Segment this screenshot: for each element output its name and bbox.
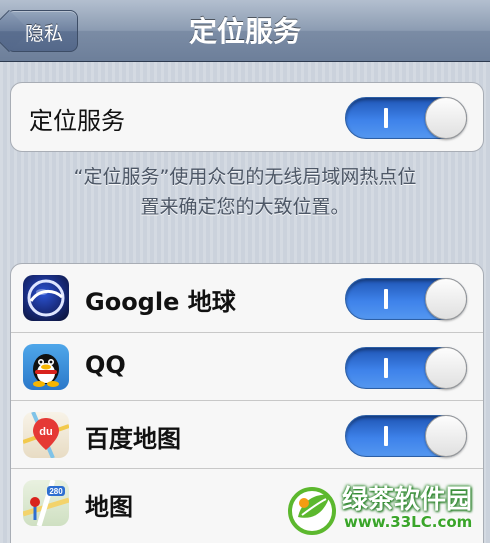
location-services-row: 定位服务 — [11, 83, 483, 151]
app-row-baidu-map: du 百度地图 — [11, 400, 483, 468]
toggle-on-mark — [384, 358, 388, 378]
leaf-logo-icon — [288, 487, 336, 535]
note-line-1: “定位服务”使用众包的无线局域网热点位 — [73, 166, 417, 188]
google-earth-toggle[interactable] — [345, 278, 467, 320]
note-line-2: 置来确定您的大致位置。 — [140, 196, 350, 218]
toggle-on-mark — [384, 108, 388, 128]
page-title: 定位服务 — [188, 15, 301, 48]
master-toggle-group: 定位服务 — [10, 82, 484, 152]
toggle-on-mark — [384, 426, 388, 446]
qq-toggle[interactable] — [345, 347, 467, 389]
toggle-knob[interactable] — [425, 347, 467, 389]
toggle-knob[interactable] — [425, 97, 467, 139]
baidu-du-text: du — [39, 426, 52, 438]
app-row-qq: QQ — [11, 332, 483, 400]
app-label: QQ — [85, 351, 126, 379]
app-label: Google 地球 — [85, 288, 236, 316]
toggle-knob[interactable] — [425, 415, 467, 457]
toggle-knob[interactable] — [425, 278, 467, 320]
google-earth-icon — [23, 275, 69, 321]
nav-bar: 隐私 定位服务 — [0, 0, 490, 62]
location-services-label: 定位服务 — [29, 107, 125, 135]
road-number-text: 280 — [49, 487, 63, 496]
location-services-toggle[interactable] — [345, 97, 467, 139]
watermark-title: 绿茶软件园 — [342, 485, 473, 515]
app-row-google-earth: Google 地球 — [11, 264, 483, 332]
site-watermark: 绿茶软件园 www.33LC.com — [284, 479, 484, 539]
app-label: 地图 — [85, 493, 133, 521]
maps-icon: 280 — [23, 480, 69, 526]
baidu-map-toggle[interactable] — [345, 415, 467, 457]
app-label: 百度地图 — [85, 425, 181, 453]
toggle-on-mark — [384, 289, 388, 309]
location-services-note: “定位服务”使用众包的无线局域网热点位 置来确定您的大致位置。 — [20, 162, 470, 222]
baidu-map-icon: du — [23, 412, 69, 458]
qq-penguin-icon — [23, 344, 69, 390]
watermark-url: www.33LC.com — [344, 513, 473, 531]
